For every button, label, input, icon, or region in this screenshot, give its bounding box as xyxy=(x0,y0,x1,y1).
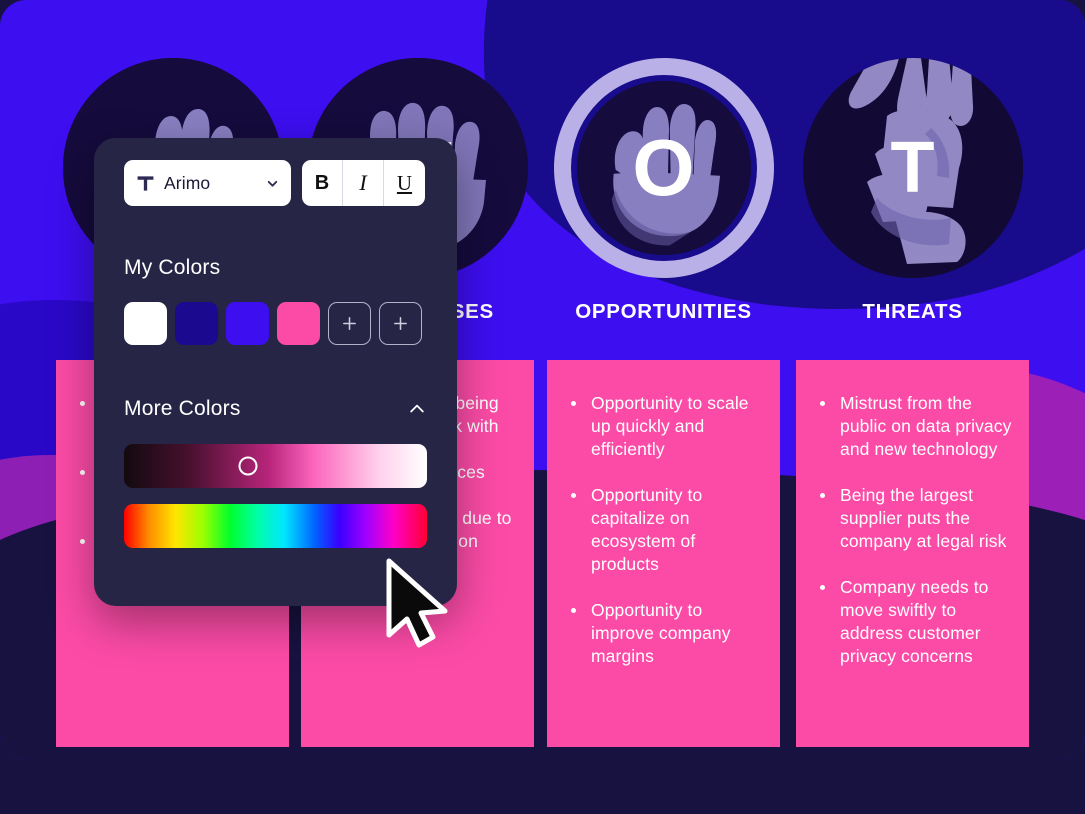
column-title-threats: THREATS xyxy=(862,300,963,323)
font-family-value: Arimo xyxy=(164,172,211,193)
brightness-slider-knob[interactable] xyxy=(238,456,258,476)
column-icon-threats: T xyxy=(802,58,1023,278)
text-format-icon xyxy=(136,174,155,193)
list-item[interactable]: Opportunity to improve company margins xyxy=(565,599,764,668)
brightness-slider[interactable] xyxy=(124,444,427,488)
format-toolbar: Arimo B I U xyxy=(124,160,427,206)
swatch-navy[interactable] xyxy=(175,302,218,345)
plus-icon xyxy=(392,315,409,332)
underline-button[interactable]: U xyxy=(384,160,425,206)
list-item[interactable]: Being the largest supplier puts the comp… xyxy=(814,484,1013,553)
list-item[interactable]: Opportunity to scale up quickly and effi… xyxy=(565,392,764,461)
chevron-up-icon xyxy=(407,399,427,419)
more-colors-label: More Colors xyxy=(124,397,241,420)
my-colors-swatches xyxy=(124,302,427,345)
column-title-opportunities: OPPORTUNITIES xyxy=(575,300,752,323)
bold-button[interactable]: B xyxy=(302,160,343,206)
list-item[interactable]: Mistrust from the public on data privacy… xyxy=(814,392,1013,461)
swatch-blue[interactable] xyxy=(226,302,269,345)
chevron-down-icon xyxy=(266,177,279,190)
text-style-group: B I U xyxy=(302,160,425,206)
bullet-list-opportunities: Opportunity to scale up quickly and effi… xyxy=(565,392,764,668)
my-colors-label: My Colors xyxy=(124,256,221,279)
add-color-button-2[interactable] xyxy=(379,302,422,345)
column-letter-opportunities: O xyxy=(632,123,695,212)
swatch-pink[interactable] xyxy=(277,302,320,345)
app-canvas: S STRENGTHS xyxy=(0,0,1085,814)
swatch-white[interactable] xyxy=(124,302,167,345)
swot-card-threats[interactable]: Mistrust from the public on data privacy… xyxy=(796,360,1029,747)
column-icon-opportunities: O xyxy=(553,58,774,278)
swot-card-opportunities[interactable]: Opportunity to scale up quickly and effi… xyxy=(547,360,780,747)
list-item[interactable]: Company needs to move swiftly to address… xyxy=(814,576,1013,668)
column-letter-threats: T xyxy=(890,128,935,208)
more-colors-toggle[interactable]: More Colors xyxy=(124,397,427,421)
text-format-panel: Arimo B I U My Colors More Colors xyxy=(94,138,457,606)
font-family-dropdown[interactable]: Arimo xyxy=(124,160,291,206)
hue-slider[interactable] xyxy=(124,504,427,548)
bullet-list-threats: Mistrust from the public on data privacy… xyxy=(814,392,1013,668)
italic-button[interactable]: I xyxy=(343,160,384,206)
add-color-button-1[interactable] xyxy=(328,302,371,345)
list-item[interactable]: Opportunity to capitalize on ecosystem o… xyxy=(565,484,764,576)
plus-icon xyxy=(341,315,358,332)
